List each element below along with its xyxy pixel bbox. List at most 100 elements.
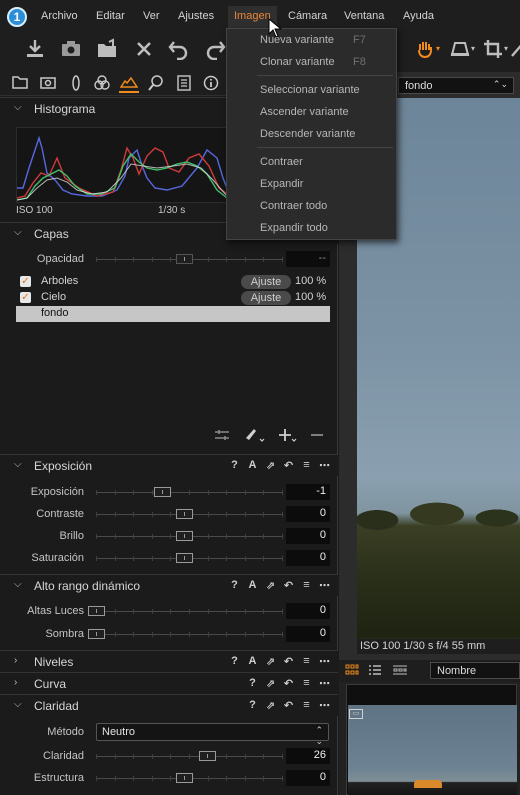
folder-export-icon[interactable] [94, 38, 120, 64]
help-icon[interactable]: ? [229, 655, 240, 668]
structure-value[interactable]: 0 [286, 770, 330, 786]
filmstrip-view-icon[interactable] [392, 664, 408, 678]
menu-ver[interactable]: Ver [143, 10, 160, 22]
curve-header[interactable]: › Curva ? ⇗ ↶ ≡ ⋯ [0, 672, 338, 694]
menu-item-collapse[interactable]: Contraer [260, 156, 303, 168]
brush-icon[interactable] [242, 427, 266, 443]
layer-visible-checkbox[interactable]: ✓ [20, 276, 31, 287]
copy-apply-icon[interactable]: ⇗ [265, 655, 276, 668]
menu-item-collapse-all[interactable]: Contraer todo [260, 200, 327, 212]
menu-item-expand[interactable]: Expandir [260, 178, 303, 190]
add-layer-icon[interactable] [278, 427, 298, 443]
presets-icon[interactable]: ≡ [301, 699, 312, 712]
reset-icon[interactable]: ↶ [283, 677, 294, 690]
contrast-slider-handle[interactable] [176, 509, 193, 519]
method-select[interactable]: Neutro ⌃ ⌄ [96, 723, 329, 746]
highlights-slider-handle[interactable] [88, 606, 105, 616]
redo-icon[interactable] [202, 38, 228, 64]
menu-item-clone-variant[interactable]: Clonar variante [260, 56, 335, 68]
help-icon[interactable]: ? [247, 699, 258, 712]
auto-icon[interactable]: A [247, 459, 258, 472]
details-icon[interactable] [146, 75, 166, 93]
menu-camara[interactable]: Cámara [288, 10, 327, 22]
presets-icon[interactable]: ≡ [301, 655, 312, 668]
sort-select[interactable]: Nombre [430, 662, 520, 679]
close-icon[interactable] [131, 38, 157, 64]
menu-ayuda[interactable]: Ayuda [403, 10, 434, 22]
undo-icon[interactable] [166, 38, 192, 64]
layer-adjust-badge[interactable]: Ajuste [241, 275, 291, 289]
opacity-slider-handle[interactable] [176, 254, 193, 264]
layer-select[interactable]: fondo ⌃⌄ [398, 77, 514, 94]
help-icon[interactable]: ? [229, 459, 240, 472]
levels-header[interactable]: › Niveles ? A ⇗ ↶ ≡ ⋯ [0, 650, 338, 672]
presets-icon[interactable]: ≡ [301, 579, 312, 592]
layer-adjust-badge[interactable]: Ajuste [241, 291, 291, 305]
help-icon[interactable]: ? [229, 579, 240, 592]
saturation-value[interactable]: 0 [286, 550, 330, 566]
hdr-header[interactable]: ⌵ Alto rango dinámico ? A ⇗ ↶ ≡ ⋯ [0, 574, 338, 596]
copy-apply-icon[interactable]: ⇗ [265, 579, 276, 592]
layer-row-selected[interactable]: fondo [16, 306, 330, 322]
copy-apply-icon[interactable]: ⇗ [265, 459, 276, 472]
library-icon[interactable] [10, 75, 30, 93]
hand-icon[interactable]: ▾ [412, 38, 440, 64]
copy-apply-icon[interactable]: ⇗ [265, 677, 276, 690]
layer-visible-checkbox[interactable]: ✓ [20, 292, 31, 303]
menu-item-promote-variant[interactable]: Ascender variante [260, 106, 349, 118]
reset-icon[interactable]: ↶ [283, 459, 294, 472]
layer-settings-icon[interactable] [214, 428, 230, 442]
presets-icon[interactable]: ≡ [301, 459, 312, 472]
layer-row[interactable]: ✓ Cielo Ajuste 100 % [16, 290, 330, 306]
presets-icon[interactable]: ≡ [301, 677, 312, 690]
clarity-header[interactable]: ⌵ Claridad ? ⇗ ↶ ≡ ⋯ [0, 694, 338, 716]
shadows-slider-handle[interactable] [88, 629, 105, 639]
menu-archivo[interactable]: Archivo [41, 10, 78, 22]
menu-ventana[interactable]: Ventana [344, 10, 384, 22]
help-icon[interactable]: ? [247, 677, 258, 690]
menu-ajustes[interactable]: Ajustes [178, 10, 214, 22]
menu-item-demote-variant[interactable]: Descender variante [260, 128, 355, 140]
keystone-icon[interactable]: ▾ [447, 38, 475, 64]
layer-row[interactable]: ✓ Arboles Ajuste 100 % [16, 274, 330, 290]
more-icon[interactable]: ⋯ [319, 699, 330, 712]
reset-icon[interactable]: ↶ [283, 699, 294, 712]
copy-apply-icon[interactable]: ⇗ [265, 699, 276, 712]
saturation-slider-handle[interactable] [176, 553, 193, 563]
lens-icon[interactable] [66, 75, 86, 93]
clarity-value[interactable]: 26 [286, 748, 330, 764]
brightness-value[interactable]: 0 [286, 528, 330, 544]
color-icon[interactable] [92, 75, 112, 93]
structure-slider-handle[interactable] [176, 773, 193, 783]
clarity-slider-handle[interactable] [199, 751, 216, 761]
camera-icon[interactable] [58, 38, 84, 64]
exposure-icon[interactable] [119, 75, 139, 93]
reset-icon[interactable]: ↶ [283, 655, 294, 668]
menu-item-expand-all[interactable]: Expandir todo [260, 222, 328, 234]
grid-view-icon[interactable] [344, 664, 360, 678]
more-icon[interactable]: ⋯ [319, 579, 330, 592]
exposure-header[interactable]: ⌵ Exposición ? A ⇗ ↶ ≡ ⋯ [0, 454, 338, 476]
list-view-icon[interactable] [367, 664, 383, 678]
info-icon[interactable] [201, 75, 221, 93]
crop-icon[interactable]: ▾ [480, 38, 508, 64]
more-icon[interactable]: ⋯ [319, 677, 330, 690]
highlights-value[interactable]: 0 [286, 603, 330, 619]
more-icon[interactable]: ⋯ [319, 655, 330, 668]
menu-editar[interactable]: Editar [96, 10, 125, 22]
exposure-value[interactable]: -1 [286, 484, 330, 500]
reset-icon[interactable]: ↶ [283, 579, 294, 592]
opacity-value[interactable]: -- [286, 251, 330, 267]
capture-icon[interactable] [38, 75, 58, 93]
shadows-value[interactable]: 0 [286, 626, 330, 642]
auto-icon[interactable]: A [247, 579, 258, 592]
import-icon[interactable] [22, 38, 48, 64]
remove-layer-icon[interactable] [310, 427, 324, 443]
contrast-value[interactable]: 0 [286, 506, 330, 522]
more-icon[interactable]: ⋯ [319, 459, 330, 472]
exposure-slider-handle[interactable] [154, 487, 171, 497]
brightness-slider-handle[interactable] [176, 531, 193, 541]
rotate-icon[interactable] [508, 38, 520, 64]
metadata-icon[interactable] [174, 75, 194, 93]
auto-icon[interactable]: A [247, 655, 258, 668]
